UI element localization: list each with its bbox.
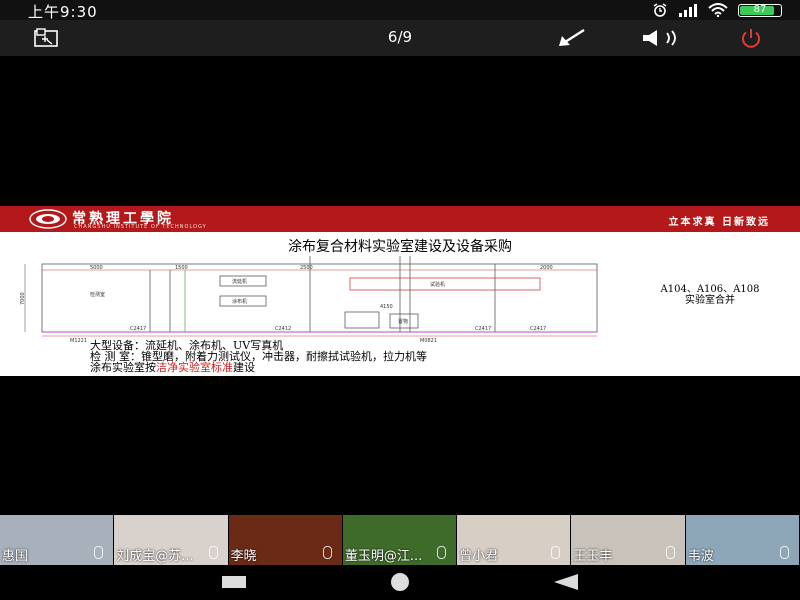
plan-label-door-6: C2417 [530,326,546,332]
battery-level: 87 [753,3,767,15]
plan-label-door-1: M1221 [70,338,87,344]
standard-highlight: 洁净实验室标准 [156,361,233,374]
microphone-icon [551,546,561,559]
plan-label-side-dim: 7000 [20,292,26,305]
plan-label-machine-2: 涂布机 [232,298,247,305]
microphone-icon [94,546,104,559]
participant-tile[interactable]: 王玉丰 [571,515,685,565]
participant-name: 李晓 [230,549,257,564]
exit-fullscreen-button[interactable] [30,24,62,52]
plan-label-door-5: C2417 [475,326,491,332]
back-button[interactable] [546,571,586,593]
school-name-en: CHANGSHU INSTITUTE OF TECHNOLOGY [74,224,207,230]
plan-label-dim-mid1: 1500 [175,265,188,271]
battery-icon: 87 [738,3,782,17]
participant-strip: 惠国 刘成宝@苏... 李晓 董玉明@江... 曾小君 王玉丰 韦波 [0,515,800,565]
school-logo-icon [29,209,67,229]
participant-tile[interactable]: 曾小君 [457,515,571,565]
participant-tile[interactable]: 董玉明@江... [342,515,457,565]
participant-tile[interactable]: 惠国 [0,515,114,565]
speaker-icon [643,30,676,46]
participant-tile[interactable]: 刘成宝@苏... [114,515,228,565]
plan-label-room-small: 置物 [398,318,408,325]
participant-name: 曾小君 [459,549,499,564]
plan-label-door-4: M0821 [420,338,437,344]
home-icon [391,573,409,591]
room-note-line2: 实验室合并 [685,295,735,306]
slide-text-standard: 涂布实验室按洁净实验室标准建设 [90,362,255,373]
wifi-icon [708,3,728,17]
plan-label-machine-1: 流延机 [232,278,247,285]
exit-fullscreen-icon [34,28,58,47]
room-note: A104、A106、A108 实验室合并 [630,284,790,306]
back-icon [554,574,578,590]
standard-suffix: 建设 [233,361,255,374]
participant-tile[interactable]: 李晓 [228,515,342,565]
microphone-icon [665,546,675,559]
home-button[interactable] [380,571,420,593]
plan-label-dim-left: 5000 [90,265,103,271]
room-note-line1: A104、A106、A108 [660,284,760,295]
speaker-button[interactable] [640,24,682,52]
leave-meeting-button[interactable] [735,24,767,52]
plan-label-dim-right: 2000 [540,265,553,271]
plan-label-dim-center: 4150 [380,304,393,310]
page-counter: 6/9 [387,28,413,46]
plan-label-room-left: 检测室 [90,291,105,298]
participant-tile[interactable]: 韦波 [685,515,799,565]
microphone-icon [208,546,218,559]
recent-apps-button[interactable] [214,571,254,593]
participant-name: 董玉明@江... [344,549,423,564]
recent-apps-icon [222,576,246,588]
participant-name: 惠国 [2,549,29,564]
status-icons: 87 [652,3,782,17]
navigation-bar [0,565,800,600]
minimize-button[interactable] [555,24,587,52]
plan-label-door-2: C2417 [130,326,146,332]
status-bar: 上午9:30 87 [0,0,800,21]
microphone-icon [322,546,332,559]
alarm-icon [653,3,667,17]
microphone-icon [437,546,447,559]
signal-icon [679,3,697,17]
power-icon [742,29,760,48]
shared-slide: 常熟理工學院 CHANGSHU INSTITUTE OF TECHNOLOGY … [0,206,800,376]
minimize-arrow-icon [559,28,585,46]
status-time: 上午9:30 [28,3,98,21]
floor-plan: 5000 1500 2500 2000 4150 检测室 流延机 涂布机 试验机… [20,256,598,344]
plan-label-machine-3: 试验机 [430,281,445,288]
participant-name: 韦波 [687,549,714,564]
school-motto: 立本求真 日新致远 [668,217,770,228]
plan-label-dim-mid2: 2500 [300,265,313,271]
participant-name: 刘成宝@苏... [116,549,194,564]
plan-label-door-3: C2412 [275,326,291,332]
slide-title: 涂布复合材料实验室建设及设备采购 [288,239,512,255]
standard-prefix: 涂布实验室按 [90,361,156,374]
participant-name: 王玉丰 [573,549,613,564]
microphone-icon [779,546,789,559]
slide-banner: 常熟理工學院 CHANGSHU INSTITUTE OF TECHNOLOGY … [0,206,800,232]
